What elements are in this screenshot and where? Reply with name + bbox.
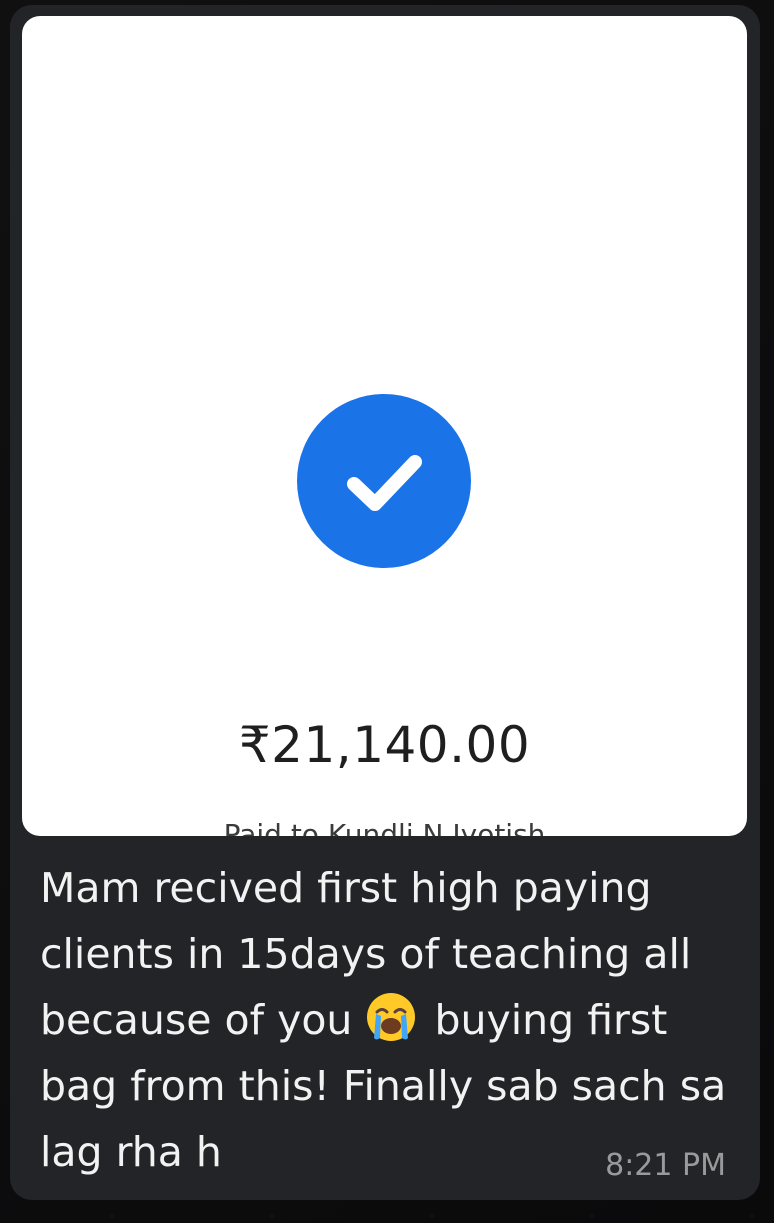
crying-face-emoji-icon — [367, 993, 416, 1041]
message-text: Mam recived first high paying clients in… — [40, 855, 730, 1185]
paid-to-text: Paid to Kundli N Jyotish — [223, 818, 546, 836]
message-timestamp: 8:21 PM — [605, 1148, 726, 1183]
payment-screenshot-image[interactable]: ₹21,140.00 Paid to Kundli N Jyotish — [22, 16, 747, 836]
checkmark-icon — [347, 455, 422, 511]
message-bubble[interactable]: ₹21,140.00 Paid to Kundli N Jyotish Mam … — [10, 5, 760, 1200]
payment-amount: ₹21,140.00 — [238, 716, 531, 774]
check-circle-icon — [297, 394, 471, 568]
